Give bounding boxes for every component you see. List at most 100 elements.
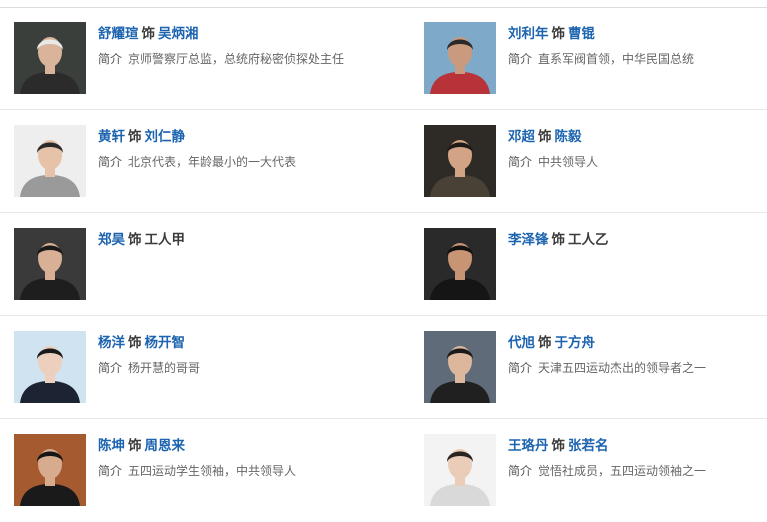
cast-info: 邓超饰陈毅简介 中共领导人: [508, 128, 767, 170]
cast-info: 刘利年饰曹锟 简介 直系军阀首领，中华民国总统: [508, 25, 767, 67]
role-intro: 简介 京师警察厅总监，总统府秘密侦探处主任: [98, 51, 388, 67]
actor-name-link[interactable]: 杨洋: [98, 335, 125, 351]
cast-card: 陈坤饰周恩来 简介 五四运动学生领袖，中共领导人: [14, 419, 394, 521]
cast-row: 黄轩饰刘仁静 简介 北京代表，年龄最小的一大代表 邓超饰陈毅 简介 中共领导人: [0, 110, 767, 213]
actor-photo[interactable]: [424, 331, 496, 403]
cast-name-line: 陈坤饰周恩来: [98, 437, 388, 455]
actor-name-link[interactable]: 刘利年: [508, 26, 549, 42]
actor-name-link[interactable]: 李泽锋: [508, 232, 549, 248]
actor-photo[interactable]: [14, 22, 86, 94]
cast-name-line: 邓超饰陈毅: [508, 128, 767, 146]
role-name: 工人乙: [568, 232, 609, 248]
actor-name-link[interactable]: 郑昊: [98, 232, 125, 248]
plays-label: 饰: [128, 232, 142, 248]
cast-name-line: 郑昊饰工人甲: [98, 231, 388, 249]
cast-card: 王珞丹饰张若名 简介 觉悟社成员，五四运动领袖之一: [424, 419, 767, 521]
cast-info: 黄轩饰刘仁静 简介 北京代表，年龄最小的一大代表: [98, 128, 388, 170]
cast-card: 舒耀瑄饰吴炳湘 简介 京师警察厅总监，总统府秘密侦探处主任: [14, 7, 394, 109]
actor-photo[interactable]: [14, 331, 86, 403]
role-intro: 简介 觉悟社成员，五四运动领袖之一: [508, 463, 767, 479]
actor-name-link[interactable]: 邓超: [508, 129, 535, 145]
role-name[interactable]: 于方舟: [555, 335, 596, 351]
cast-card: 代旭饰于方舟 简介 天津五四运动杰出的领导者之一: [424, 316, 767, 418]
intro-label: 简介: [98, 155, 123, 169]
actor-photo[interactable]: [424, 434, 496, 506]
actor-photo[interactable]: [424, 22, 496, 94]
cast-name-line: 刘利年饰曹锟: [508, 25, 767, 43]
role-name[interactable]: 杨开智: [145, 335, 186, 351]
cast-name-line: 黄轩饰刘仁静: [98, 128, 388, 146]
cast-card: 李泽锋饰工人乙: [424, 213, 767, 315]
cast-card: 黄轩饰刘仁静 简介 北京代表，年龄最小的一大代表: [14, 110, 394, 212]
intro-text: 京师警察厅总监，总统府秘密侦探处主任: [128, 52, 345, 66]
cast-name-line: 代旭饰于方舟: [508, 334, 767, 352]
role-name[interactable]: 曹锟: [568, 26, 595, 42]
plays-label: 饰: [538, 129, 552, 145]
actor-name-link[interactable]: 黄轩: [98, 129, 125, 145]
cast-name-line: 王珞丹饰张若名: [508, 437, 767, 455]
cast-card: 杨洋饰杨开智 简介 杨开慧的哥哥: [14, 316, 394, 418]
cast-info: 李泽锋饰工人乙: [508, 231, 767, 249]
plays-label: 饰: [538, 335, 552, 351]
cast-row: 杨洋饰杨开智 简介 杨开慧的哥哥 代旭饰于方舟 简介 天津五四运动杰出的领导者之一: [0, 316, 767, 419]
role-intro: 简介 直系军阀首领，中华民国总统: [508, 51, 767, 67]
plays-label: 饰: [128, 335, 142, 351]
cast-row: 陈坤饰周恩来 简介 五四运动学生领袖，中共领导人 王珞丹饰张若名 简介 觉悟社成员，五四运…: [0, 419, 767, 522]
intro-text: 北京代表，年龄最小的一大代表: [128, 155, 297, 169]
cast-name-line: 舒耀瑄饰吴炳湘: [98, 25, 388, 43]
role-name[interactable]: 陈毅: [555, 129, 582, 145]
cast-list: 舒耀瑄饰吴炳湘 简介 京师警察厅总监，总统府秘密侦探处主任 刘利年饰曹锟 简介 直系军阀首…: [0, 0, 767, 515]
role-intro: 简介 中共领导人: [508, 154, 767, 170]
role-name: 工人甲: [144, 232, 186, 248]
plays-label: 饰: [551, 232, 566, 248]
plays-label: 饰: [551, 26, 566, 42]
cast-info: 代旭饰于方舟 简介 天津五四运动杰出的领导者之一: [508, 334, 767, 376]
cast-card: 郑昊饰工人甲: [14, 213, 394, 315]
intro-text: 觉悟社成员，五四运动领袖之一: [538, 464, 707, 478]
role-intro: 简介 北京代表，年龄最小的一大代表: [98, 154, 388, 170]
intro-label: 简介: [508, 464, 533, 478]
cast-info: 郑昊饰工人甲: [98, 231, 388, 249]
actor-name-link[interactable]: 陈坤: [98, 438, 125, 454]
plays-label: 饰: [551, 438, 566, 454]
cast-row: 郑昊饰工人甲 李泽锋饰工人乙: [0, 213, 767, 316]
intro-text: 杨开慧的哥哥: [128, 361, 201, 375]
intro-text: 中共领导人: [538, 155, 599, 169]
role-name[interactable]: 张若名: [568, 438, 609, 454]
intro-text: 五四运动学生领袖，中共领导人: [128, 464, 297, 478]
cast-info: 杨洋饰杨开智 简介 杨开慧的哥哥: [98, 334, 388, 376]
intro-text: 天津五四运动杰出的领导者之一: [538, 361, 707, 375]
cast-name-line: 杨洋饰杨开智: [98, 334, 388, 352]
plays-label: 饰: [128, 438, 142, 454]
intro-label: 简介: [508, 361, 533, 375]
cast-card: 刘利年饰曹锟 简介 直系军阀首领，中华民国总统: [424, 7, 767, 109]
intro-label: 简介: [98, 52, 123, 66]
actor-name-link[interactable]: 王珞丹: [508, 438, 549, 454]
role-intro: 简介 五四运动学生领袖，中共领导人: [98, 463, 388, 479]
cast-info: 王珞丹饰张若名 简介 觉悟社成员，五四运动领袖之一: [508, 437, 767, 479]
cast-card: 邓超饰陈毅简介 中共领导人: [424, 110, 767, 212]
role-name[interactable]: 刘仁静: [145, 129, 186, 145]
plays-label: 饰: [128, 129, 142, 145]
actor-name-link[interactable]: 代旭: [508, 335, 535, 351]
actor-photo[interactable]: [14, 434, 86, 506]
actor-photo[interactable]: [424, 228, 496, 300]
role-intro: 简介 天津五四运动杰出的领导者之一: [508, 360, 767, 376]
intro-label: 简介: [508, 155, 533, 169]
cast-row: 舒耀瑄饰吴炳湘 简介 京师警察厅总监，总统府秘密侦探处主任 刘利年饰曹锟 简介 直系军阀首…: [0, 7, 767, 110]
actor-photo[interactable]: [14, 228, 86, 300]
plays-label: 饰: [141, 26, 156, 42]
actor-name-link[interactable]: 舒耀瑄: [98, 26, 139, 42]
actor-photo[interactable]: [424, 125, 496, 197]
role-intro: 简介 杨开慧的哥哥: [98, 360, 388, 376]
role-name[interactable]: 周恩来: [145, 438, 186, 454]
intro-label: 简介: [98, 464, 123, 478]
actor-photo[interactable]: [14, 125, 86, 197]
cast-name-line: 李泽锋饰工人乙: [508, 231, 767, 249]
cast-info: 陈坤饰周恩来 简介 五四运动学生领袖，中共领导人: [98, 437, 388, 479]
cast-info: 舒耀瑄饰吴炳湘 简介 京师警察厅总监，总统府秘密侦探处主任: [98, 25, 388, 67]
intro-label: 简介: [98, 361, 123, 375]
intro-text: 直系军阀首领，中华民国总统: [538, 52, 695, 66]
intro-label: 简介: [508, 52, 533, 66]
role-name[interactable]: 吴炳湘: [158, 26, 199, 42]
